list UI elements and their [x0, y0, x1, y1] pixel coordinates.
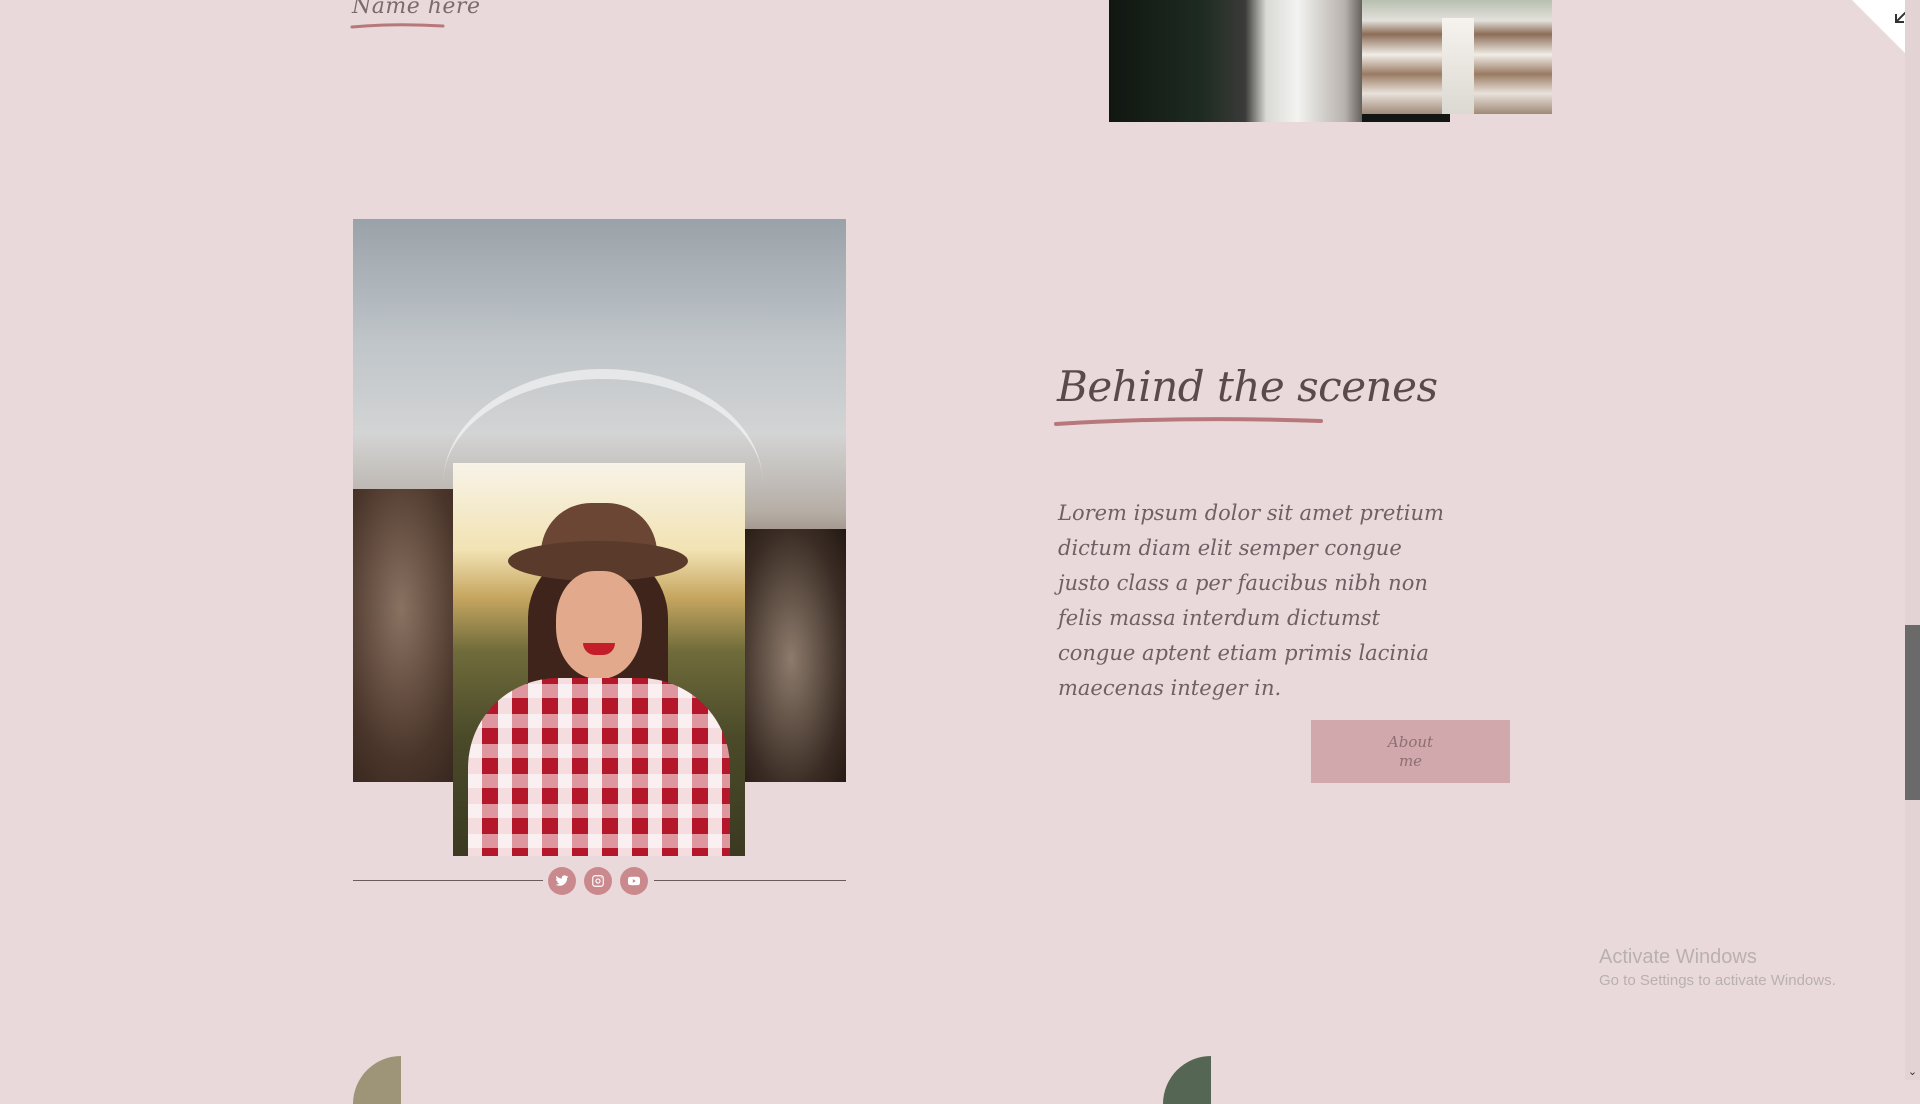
- about-me-button[interactable]: About me: [1311, 720, 1510, 783]
- next-section-image-right: [1163, 1056, 1211, 1104]
- activate-windows-title: Activate Windows: [1599, 946, 1757, 968]
- scroll-down-arrow-icon[interactable]: ⌄: [1905, 1064, 1920, 1080]
- name-label: Name here: [352, 0, 481, 19]
- name-underline: [350, 23, 445, 29]
- twitter-button[interactable]: [548, 867, 576, 895]
- photo-shadow-strip: [1362, 114, 1450, 122]
- twitter-icon: [555, 875, 569, 886]
- section-body-text: Lorem ipsum dolor sit amet pretium dictu…: [1058, 501, 1444, 700]
- scrollbar-thumb[interactable]: [1905, 625, 1920, 800]
- youtube-icon: [627, 876, 641, 886]
- social-divider-left: [353, 880, 543, 881]
- scrollbar-track[interactable]: [1905, 0, 1920, 1080]
- woman-portrait-photo: [453, 463, 745, 856]
- wedding-venue-photo: [1362, 0, 1552, 114]
- instagram-button[interactable]: [584, 867, 612, 895]
- youtube-button[interactable]: [620, 867, 648, 895]
- activate-windows-subtitle: Go to Settings to activate Windows.: [1599, 972, 1836, 989]
- instagram-icon: [592, 875, 604, 887]
- social-divider-right: [654, 880, 846, 881]
- heading-underline: [1054, 417, 1323, 426]
- next-section-image-left: [353, 1056, 401, 1104]
- section-heading: Behind the scenes: [1057, 362, 1438, 411]
- about-me-label: About me: [1387, 732, 1434, 770]
- wedding-dress-photo: [1109, 0, 1371, 122]
